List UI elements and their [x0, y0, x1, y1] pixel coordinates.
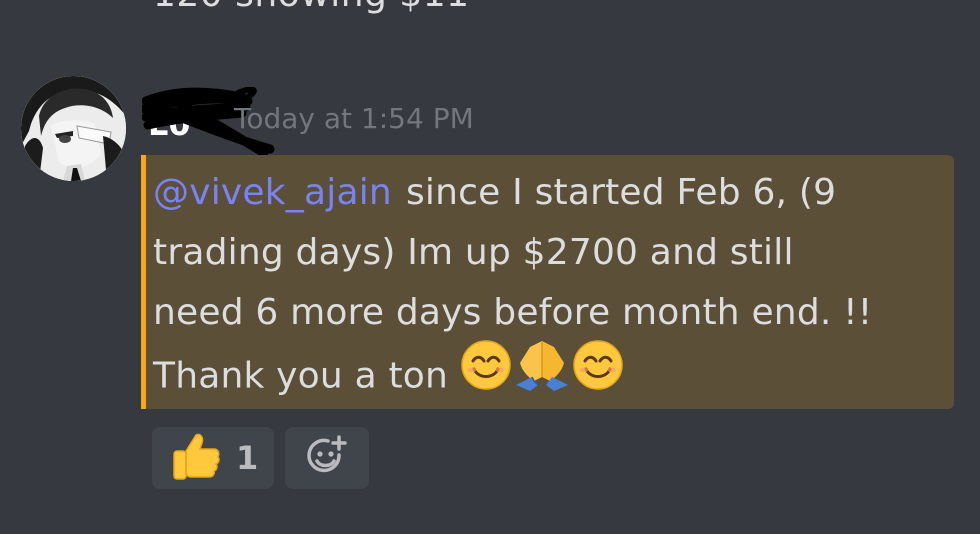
add-reaction-button[interactable]: [285, 427, 369, 489]
folded-hands-icon: [512, 337, 572, 412]
user-mention[interactable]: @vivek_ajain: [153, 172, 392, 213]
message-header: L0 Today at 1:54 PM: [142, 87, 548, 158]
avatar[interactable]: [21, 76, 126, 181]
message-text-1: since I started Feb 6, (9: [405, 172, 837, 213]
thumbs-up-icon: [172, 431, 220, 485]
anime-avatar-image: [21, 76, 126, 181]
message-line-1: @vivek_ajain since I started Feb 6, (9: [153, 163, 943, 223]
message-content: @vivek_ajain since I started Feb 6, (9 tr…: [153, 163, 943, 412]
previous-message-text: 120 showing $11: [153, 0, 470, 15]
message-line-3: need 6 more days before month end. !!: [153, 292, 873, 333]
message-timestamp[interactable]: Today at 1:54 PM: [234, 102, 474, 135]
author-name[interactable]: L0: [148, 105, 191, 143]
reaction-count: 1: [236, 439, 259, 477]
add-reaction-icon: [306, 435, 348, 481]
message-line-4: Thank you a ton: [153, 340, 943, 412]
smiling-face-icon: [572, 339, 624, 410]
message-line-2: trading days) Im up $2700 and still: [153, 232, 794, 273]
smiling-face-icon: [460, 339, 512, 410]
message-text-4: Thank you a ton: [153, 355, 449, 397]
reaction-thumbs-up[interactable]: 1: [152, 427, 274, 489]
